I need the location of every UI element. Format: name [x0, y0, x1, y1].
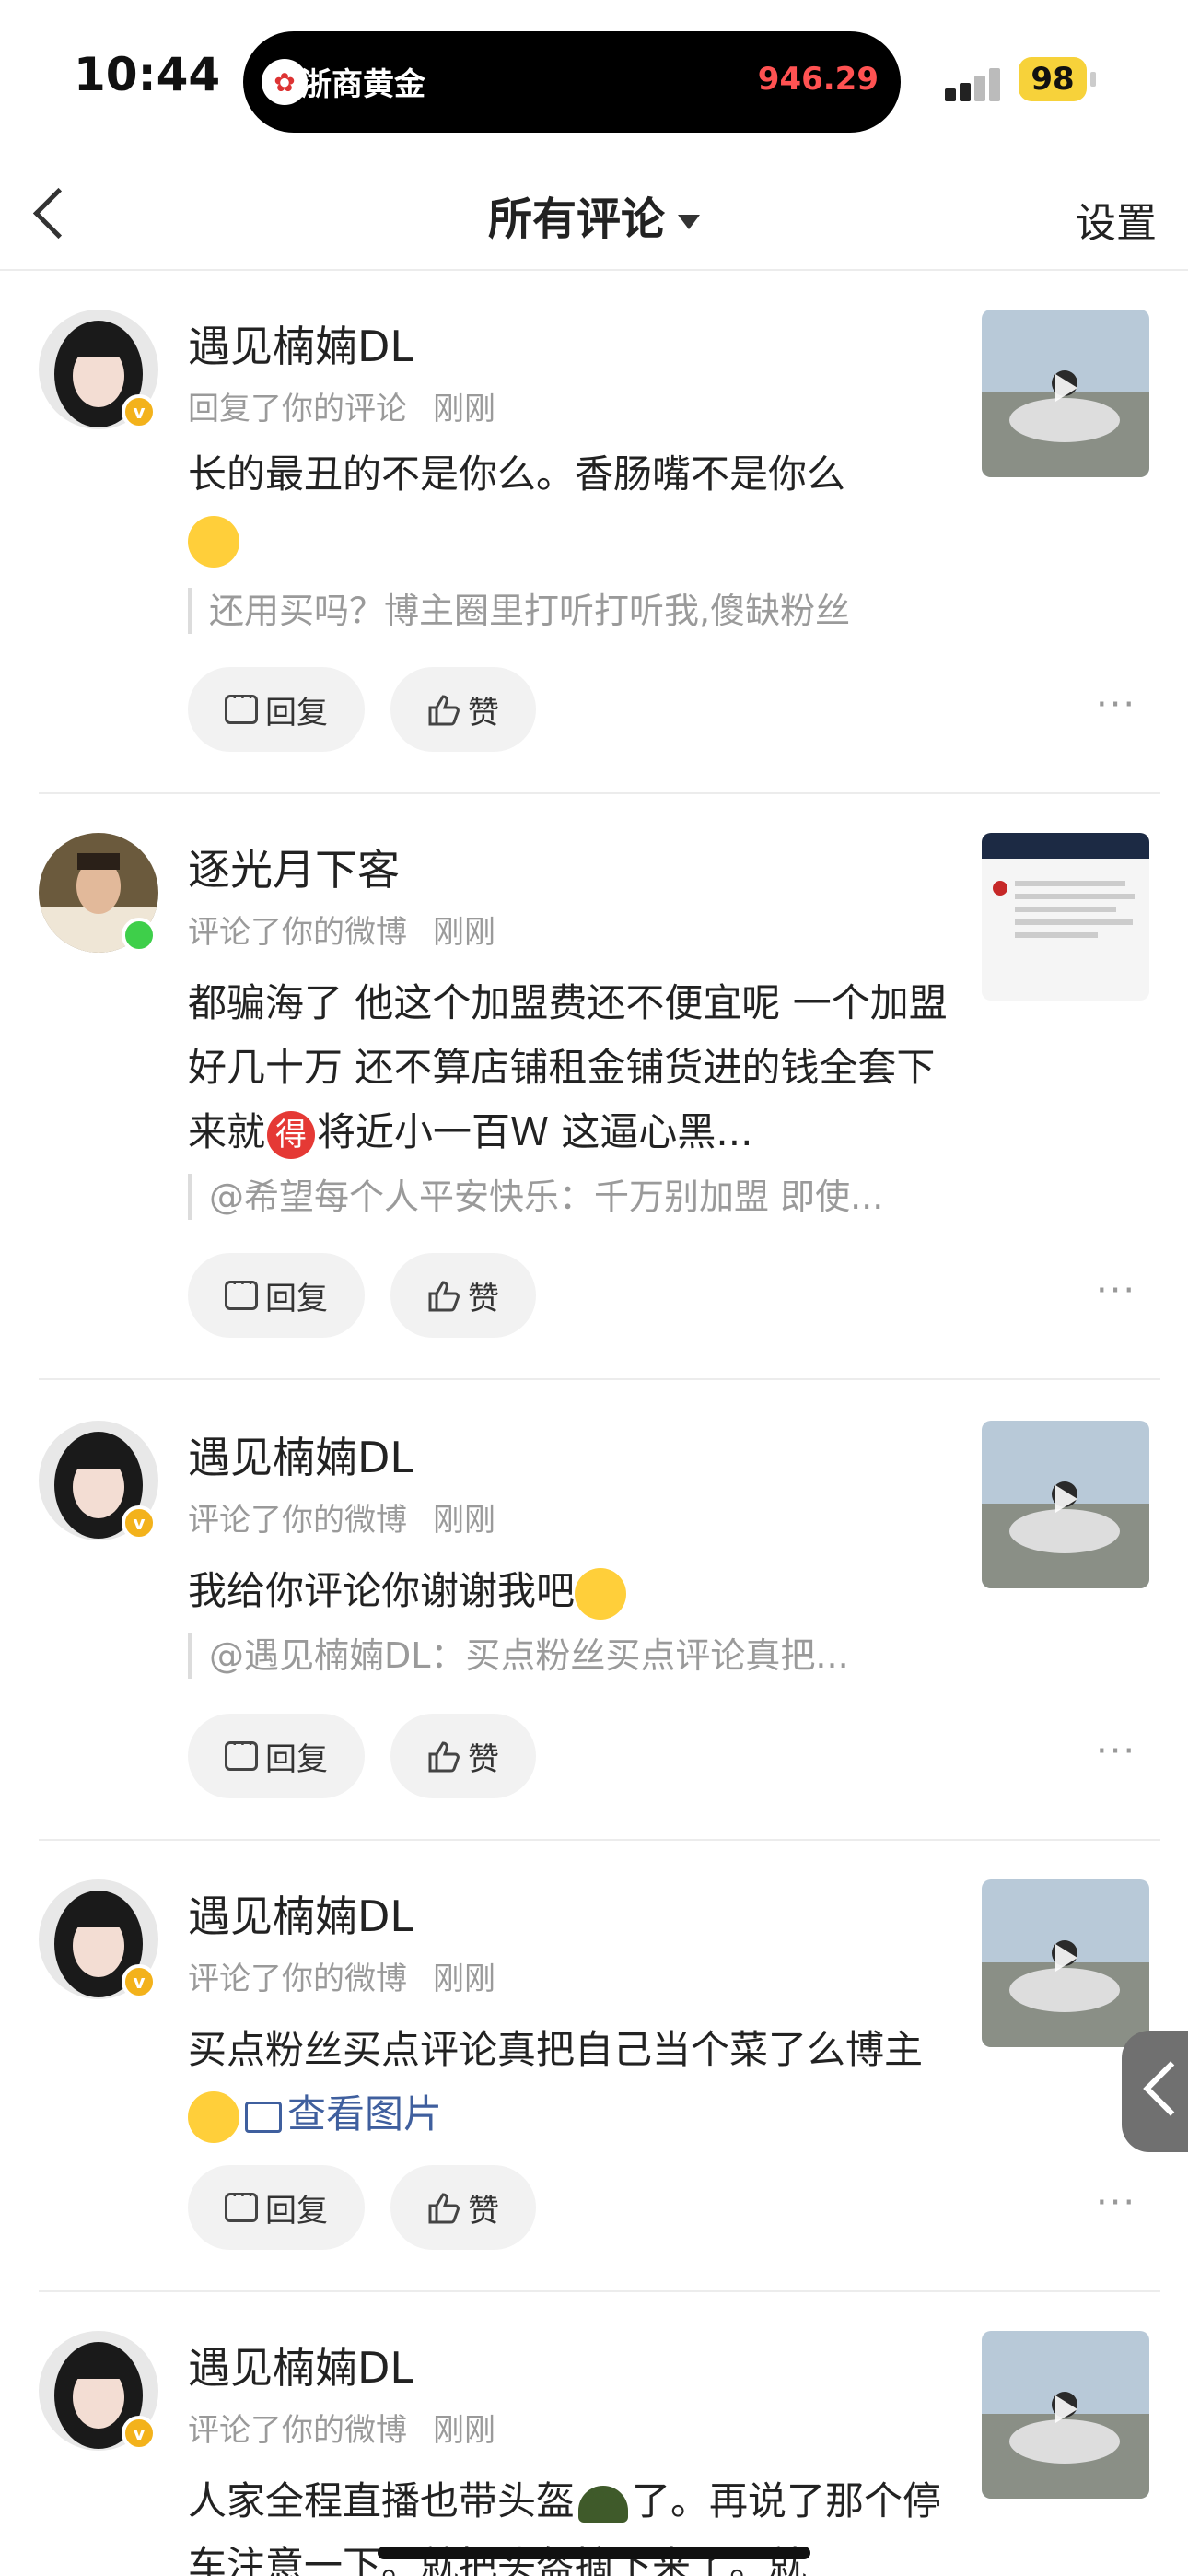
home-indicator[interactable]	[378, 2547, 810, 2559]
more-options-icon[interactable]: ···	[1096, 686, 1136, 723]
comment-text-tail: 将近小一百Ｗ 这逼心黑...	[317, 1109, 753, 1154]
comment-meta: 评论了你的微博 刚刚	[188, 907, 495, 952]
settings-button[interactable]: 设置	[1076, 190, 1157, 249]
crying-emoji-icon	[575, 1567, 627, 1620]
comment-time: 刚刚	[433, 914, 495, 951]
signal-icon	[945, 64, 1009, 101]
quoted-text[interactable]: @遇见楠婻DL：买点粉丝买点评论真把...	[188, 1633, 961, 1679]
comment-action: 评论了你的微博	[188, 1502, 407, 1539]
comment-meta: 评论了你的微博 刚刚	[188, 2405, 495, 2450]
reply-button[interactable]: 回复	[188, 1714, 365, 1798]
more-options-icon[interactable]: ···	[1096, 1272, 1136, 1309]
divider	[39, 1839, 1160, 1841]
comment-time: 刚刚	[433, 1502, 495, 1539]
thumbs-up-icon	[427, 695, 460, 726]
comment-meta: 评论了你的微博 刚刚	[188, 1494, 495, 1540]
commenter-name[interactable]: 逐光月下客	[188, 837, 400, 897]
commenter-name[interactable]: 遇见楠婻DL	[188, 1424, 413, 1485]
dynamic-island-live-activity[interactable]: ✿ 浙商黄金 946.29	[243, 31, 901, 133]
reply-button[interactable]: 回复	[188, 2165, 365, 2250]
like-label: 赞	[468, 1280, 499, 1317]
commenter-name[interactable]: 遇见楠婻DL	[188, 313, 413, 374]
like-label: 赞	[468, 2192, 499, 2230]
reply-label: 回复	[265, 1740, 328, 1778]
comment-text: 都骗海了 他这个加盟费还不便宜呢 一个加盟好几十万 还不算店铺租金铺货进的钱全套…	[188, 971, 961, 1165]
comment-text: 买点粉丝买点评论真把自己当个菜了么博主查看图片	[188, 2018, 961, 2147]
like-label: 赞	[468, 1740, 499, 1778]
more-options-icon[interactable]: ···	[1096, 1733, 1136, 1770]
comment-text: 人家全程直播也带头盔 了。再说了那个停车注意一下。就把头盔摘下来了。就	[188, 2469, 961, 2576]
comment-icon	[225, 685, 258, 724]
comment-action: 评论了你的微博	[188, 1961, 407, 1997]
nav-title-label: 所有评论	[487, 193, 665, 245]
side-collapse-tab[interactable]	[1122, 2031, 1188, 2152]
divider	[39, 1378, 1160, 1380]
quoted-text[interactable]: 还用买吗？博主圈里打听打听我,傻缺粉丝	[188, 588, 961, 634]
comment-text-body: 我给你评论你谢谢我吧	[188, 1568, 576, 1613]
comment-text-body: 人家全程直播也带头盔	[188, 2478, 576, 2523]
divider	[39, 2290, 1160, 2292]
post-thumbnail[interactable]	[982, 2331, 1149, 2499]
island-price: 946.29	[757, 61, 879, 98]
like-button[interactable]: 赞	[390, 667, 536, 752]
verified-badge-icon: v	[122, 394, 157, 429]
comment-action: 评论了你的微博	[188, 914, 407, 951]
commenter-name[interactable]: 遇见楠婻DL	[188, 2335, 413, 2395]
crying-emoji-icon	[188, 515, 239, 568]
comment-text-body: 买点粉丝买点评论真把自己当个菜了么博主	[188, 2027, 924, 2072]
comment-action: 评论了你的微博	[188, 2412, 407, 2449]
quoted-text[interactable]: @希望每个人平安快乐：千万别加盟 即使...	[188, 1174, 961, 1220]
online-status-icon	[122, 918, 157, 953]
comment-action: 回复了你的评论	[188, 391, 407, 427]
helmet-emoji-icon	[578, 2485, 629, 2523]
battery-tip	[1090, 72, 1096, 87]
view-image-link[interactable]: 查看图片	[287, 2091, 442, 2137]
verified-badge-icon: v	[122, 2416, 157, 2451]
more-options-icon[interactable]: ···	[1096, 2184, 1136, 2221]
reply-button[interactable]: 回复	[188, 1253, 365, 1338]
island-title: 浙商黄金	[300, 66, 425, 103]
laughing-emoji-icon	[188, 2090, 239, 2143]
thumbs-up-icon	[427, 2193, 460, 2224]
thumbs-up-icon	[427, 1741, 460, 1773]
comment-icon	[225, 2183, 258, 2222]
like-button[interactable]: 赞	[390, 1253, 536, 1338]
comment-icon	[225, 1731, 258, 1771]
post-thumbnail[interactable]	[982, 310, 1149, 477]
status-time: 10:44	[74, 48, 221, 101]
reply-label: 回复	[265, 2192, 328, 2230]
post-thumbnail[interactable]	[982, 833, 1149, 1001]
comment-icon	[225, 1270, 258, 1310]
thumbs-up-icon	[427, 1281, 460, 1312]
comment-text-body: 长的最丑的不是你么。香肠嘴不是你么	[188, 451, 846, 497]
post-thumbnail[interactable]	[982, 1879, 1149, 2047]
filter-dropdown[interactable]: 所有评论	[0, 182, 1188, 247]
like-button[interactable]: 赞	[390, 2165, 536, 2250]
reply-label: 回复	[265, 1280, 328, 1317]
reply-button[interactable]: 回复	[188, 667, 365, 752]
comment-text: 长的最丑的不是你么。香肠嘴不是你么	[188, 442, 961, 571]
caret-down-icon	[678, 215, 700, 229]
commenter-name[interactable]: 遇见楠婻DL	[188, 1883, 413, 1944]
verified-badge-icon: v	[122, 1505, 157, 1540]
verified-badge-icon: v	[122, 1964, 157, 1999]
divider	[39, 792, 1160, 794]
comment-text: 我给你评论你谢谢我吧	[188, 1559, 961, 1623]
comment-meta: 回复了你的评论 刚刚	[188, 383, 495, 428]
like-button[interactable]: 赞	[390, 1714, 536, 1798]
de-mark-icon: 得	[267, 1110, 316, 1159]
status-bar: 10:44 ✿ 浙商黄金 946.29 98	[0, 0, 1188, 157]
comment-time: 刚刚	[433, 391, 495, 427]
reply-label: 回复	[265, 694, 328, 732]
post-thumbnail[interactable]	[982, 1421, 1149, 1588]
like-label: 赞	[468, 694, 499, 732]
comment-time: 刚刚	[433, 1961, 495, 1997]
image-icon	[245, 2101, 282, 2133]
nav-bar: 所有评论 设置	[0, 157, 1188, 271]
comment-meta: 评论了你的微博 刚刚	[188, 1953, 495, 1998]
comment-time: 刚刚	[433, 2412, 495, 2449]
battery-indicator: 98	[1019, 57, 1087, 101]
